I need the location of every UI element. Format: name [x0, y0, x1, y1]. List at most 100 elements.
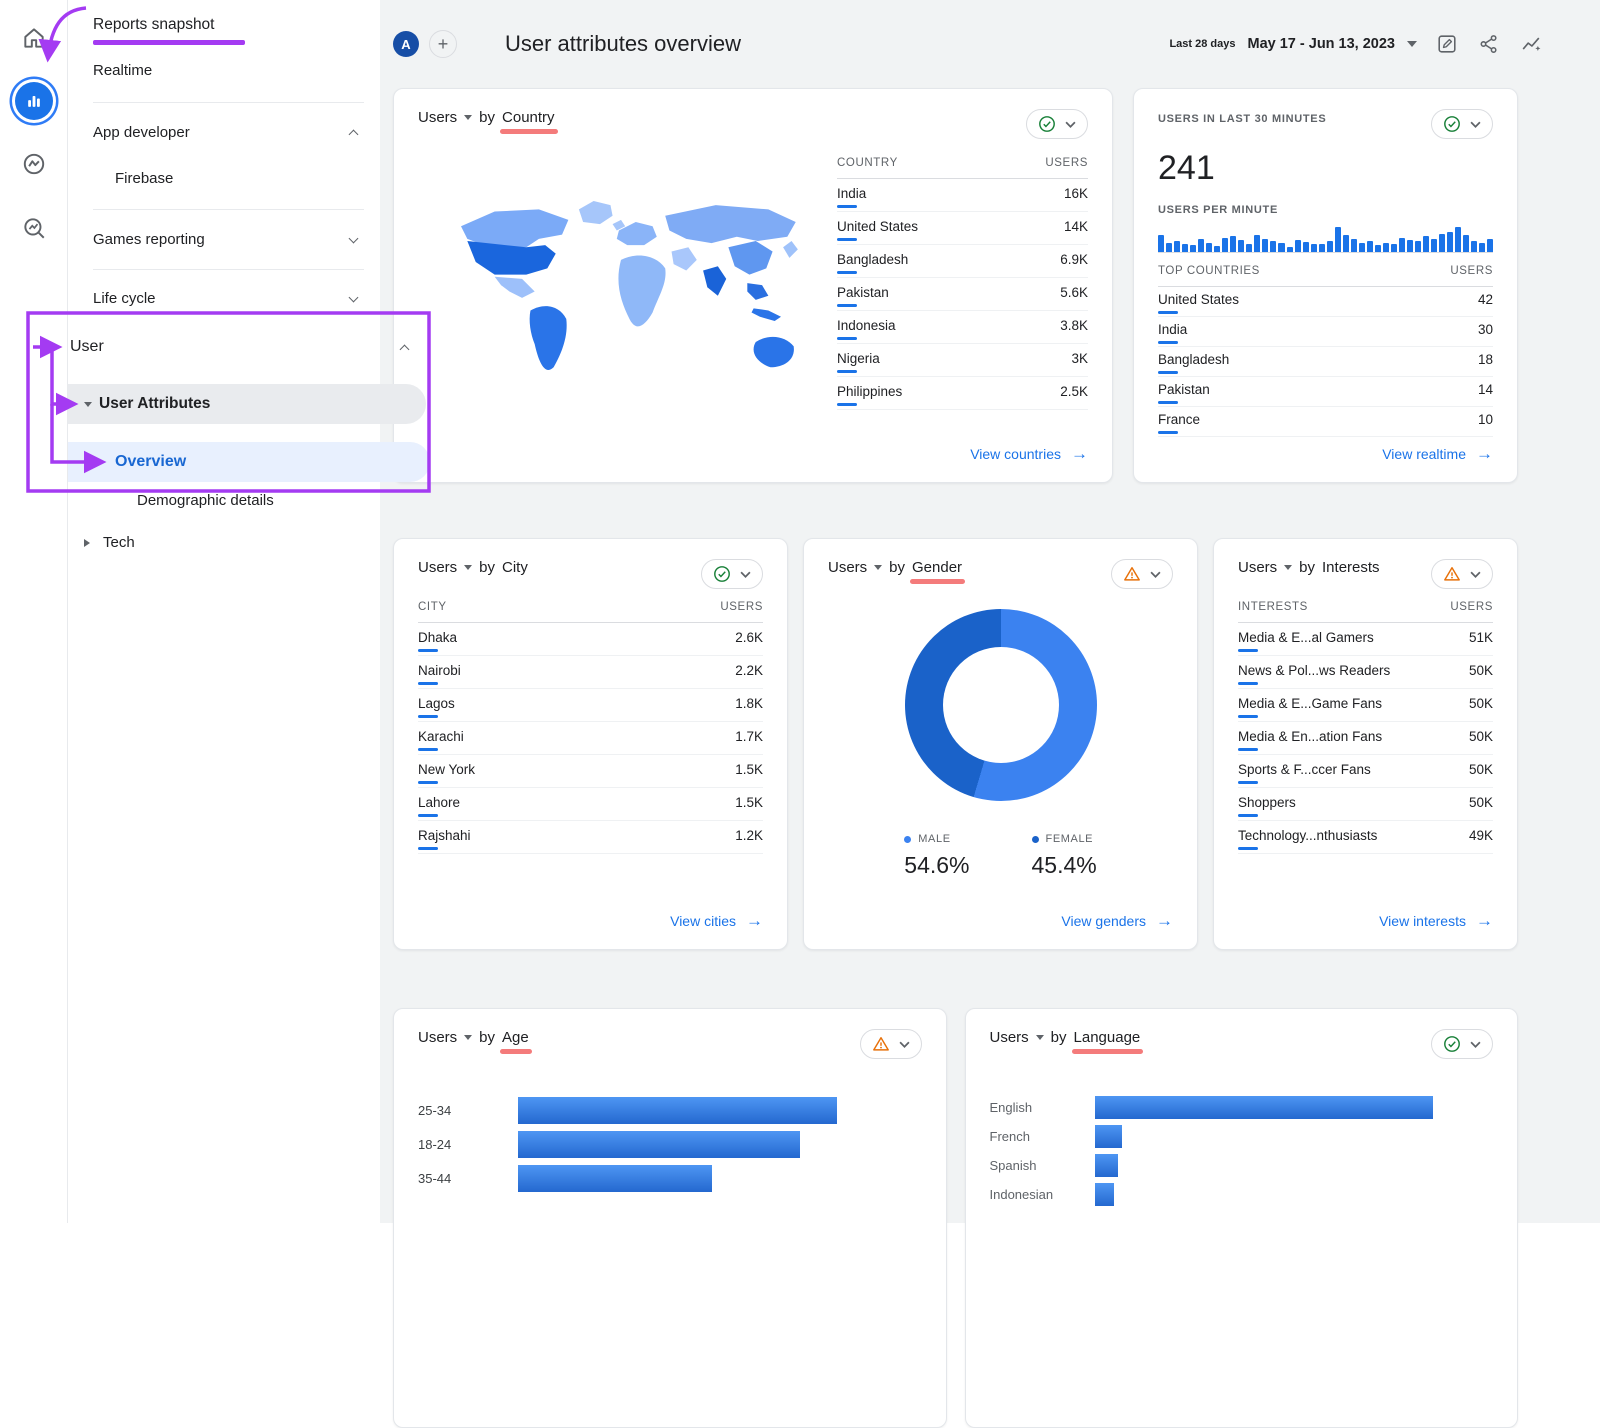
card-status-menu[interactable] [1111, 559, 1173, 589]
chevron-down-icon [1065, 121, 1076, 128]
dimension-label[interactable]: Country [502, 109, 555, 126]
sidebar-item-demographic-details[interactable]: Demographic details [137, 492, 274, 509]
sidebar-item-games-reporting[interactable]: Games reporting [93, 231, 357, 248]
row-value: 1.2K [735, 828, 763, 853]
column-header: INTERESTS [1238, 601, 1308, 613]
view-interests-link[interactable]: View interests → [1379, 912, 1493, 929]
divider [93, 269, 364, 270]
advertising-icon[interactable] [14, 208, 54, 248]
sidebar-item-user[interactable]: User [70, 338, 408, 356]
minute-bar [1206, 243, 1212, 252]
reports-snapshot-label: Reports snapshot [93, 16, 215, 33]
dimension-label[interactable]: Gender [912, 559, 962, 576]
row-label: Bangladesh [837, 252, 908, 277]
dimension-label[interactable]: Interests [1322, 559, 1380, 576]
row-value: 50K [1469, 795, 1493, 820]
view-cities-link[interactable]: View cities → [670, 912, 763, 929]
language-label: English [990, 1100, 1095, 1115]
home-icon[interactable] [14, 18, 54, 58]
card-status-menu[interactable] [860, 1029, 922, 1059]
explore-icon[interactable] [14, 144, 54, 184]
age-bar-row: 25-34 [418, 1093, 922, 1127]
sidebar-item-overview[interactable]: Overview [68, 442, 430, 482]
minute-bar [1359, 243, 1365, 252]
minute-bar [1407, 240, 1413, 252]
column-header: USERS [1045, 157, 1088, 169]
language-label: Indonesian [990, 1187, 1095, 1202]
table-row: Karachi 1.7K [418, 722, 763, 755]
chevron-down-icon[interactable] [464, 1035, 472, 1040]
metric-label[interactable]: Users [418, 109, 457, 126]
row-label: Shoppers [1238, 795, 1296, 820]
users-per-minute-chart [1158, 224, 1493, 253]
dimension-label[interactable]: Language [1074, 1029, 1141, 1046]
card-status-menu[interactable] [701, 559, 763, 589]
insights-icon[interactable] [1519, 32, 1543, 56]
minute-bar [1479, 243, 1485, 252]
app-developer-label: App developer [93, 124, 190, 141]
chevron-down-icon[interactable] [464, 115, 472, 120]
minute-bar [1319, 244, 1325, 252]
add-comparison-button[interactable]: + [429, 30, 457, 58]
card-status-menu[interactable] [1026, 109, 1088, 139]
sidebar-item-life-cycle[interactable]: Life cycle [93, 290, 357, 307]
metric-label[interactable]: Users [418, 559, 457, 576]
view-countries-link[interactable]: View countries → [970, 445, 1088, 462]
chevron-down-icon[interactable] [1284, 565, 1292, 570]
sidebar-item-reports-snapshot[interactable]: Reports snapshot [93, 16, 245, 45]
view-realtime-link[interactable]: View realtime → [1382, 445, 1493, 462]
share-icon[interactable] [1477, 32, 1501, 56]
metric-label[interactable]: Users [418, 1029, 457, 1046]
chevron-down-icon [899, 1041, 910, 1048]
card-status-menu[interactable] [1431, 1029, 1493, 1059]
metric-label[interactable]: Users [990, 1029, 1029, 1046]
dimension-label[interactable]: City [502, 559, 528, 576]
reports-icon[interactable] [15, 82, 53, 120]
row-value: 50K [1469, 762, 1493, 787]
chevron-down-icon[interactable] [1407, 41, 1417, 47]
arrow-right-icon: → [746, 912, 763, 929]
by-label: by [1051, 1029, 1067, 1046]
sidebar-item-tech[interactable]: Tech [84, 534, 135, 551]
minute-bar [1487, 239, 1493, 252]
sidebar-item-user-attributes[interactable]: User Attributes [68, 384, 426, 424]
date-range-picker[interactable]: May 17 - Jun 13, 2023 [1248, 36, 1396, 52]
minute-bar [1198, 239, 1204, 252]
metric-label[interactable]: Users [828, 559, 867, 576]
minute-bar [1463, 235, 1469, 252]
card-status-menu[interactable] [1431, 559, 1493, 589]
chevron-down-icon[interactable] [874, 565, 882, 570]
arrow-right-icon: → [1476, 912, 1493, 929]
row-value: 42 [1478, 292, 1493, 316]
minute-bar [1190, 245, 1196, 252]
ga-app: Reports snapshot Realtime App developer … [0, 0, 1600, 1223]
arrow-right-icon: → [1156, 912, 1173, 929]
table-row: News & Pol...ws Readers 50K [1238, 656, 1493, 689]
check-circle-icon [713, 565, 731, 583]
age-bucket-label: 35-44 [418, 1171, 518, 1186]
page-title: User attributes overview [505, 31, 741, 57]
language-bar [1095, 1096, 1434, 1119]
view-genders-link[interactable]: View genders → [1061, 912, 1173, 929]
check-circle-icon [1038, 115, 1056, 133]
topbar: A + User attributes overview Last 28 day… [393, 0, 1600, 88]
dimension-label[interactable]: Age [502, 1029, 529, 1046]
card-status-menu[interactable] [1431, 109, 1493, 139]
arrow-right-icon: → [1071, 445, 1088, 462]
female-dot-icon [1032, 836, 1039, 843]
users-per-minute-label: USERS PER MINUTE [1158, 204, 1493, 216]
sidebar-item-firebase[interactable]: Firebase [115, 170, 173, 187]
sidebar-item-realtime[interactable]: Realtime [93, 62, 152, 79]
chevron-down-icon[interactable] [464, 565, 472, 570]
chevron-down-icon[interactable] [1036, 1035, 1044, 1040]
minute-bar [1351, 239, 1357, 252]
edit-icon[interactable] [1435, 32, 1459, 56]
minute-bar [1447, 232, 1453, 252]
comparison-avatar[interactable]: A [393, 31, 419, 57]
column-header: COUNTRY [837, 157, 898, 169]
sidebar-item-app-developer[interactable]: App developer [93, 124, 357, 141]
minute-bar [1455, 227, 1461, 252]
metric-label[interactable]: Users [1238, 559, 1277, 576]
table-row: Bangladesh 6.9K [837, 245, 1088, 278]
chevron-down-icon [349, 233, 359, 243]
